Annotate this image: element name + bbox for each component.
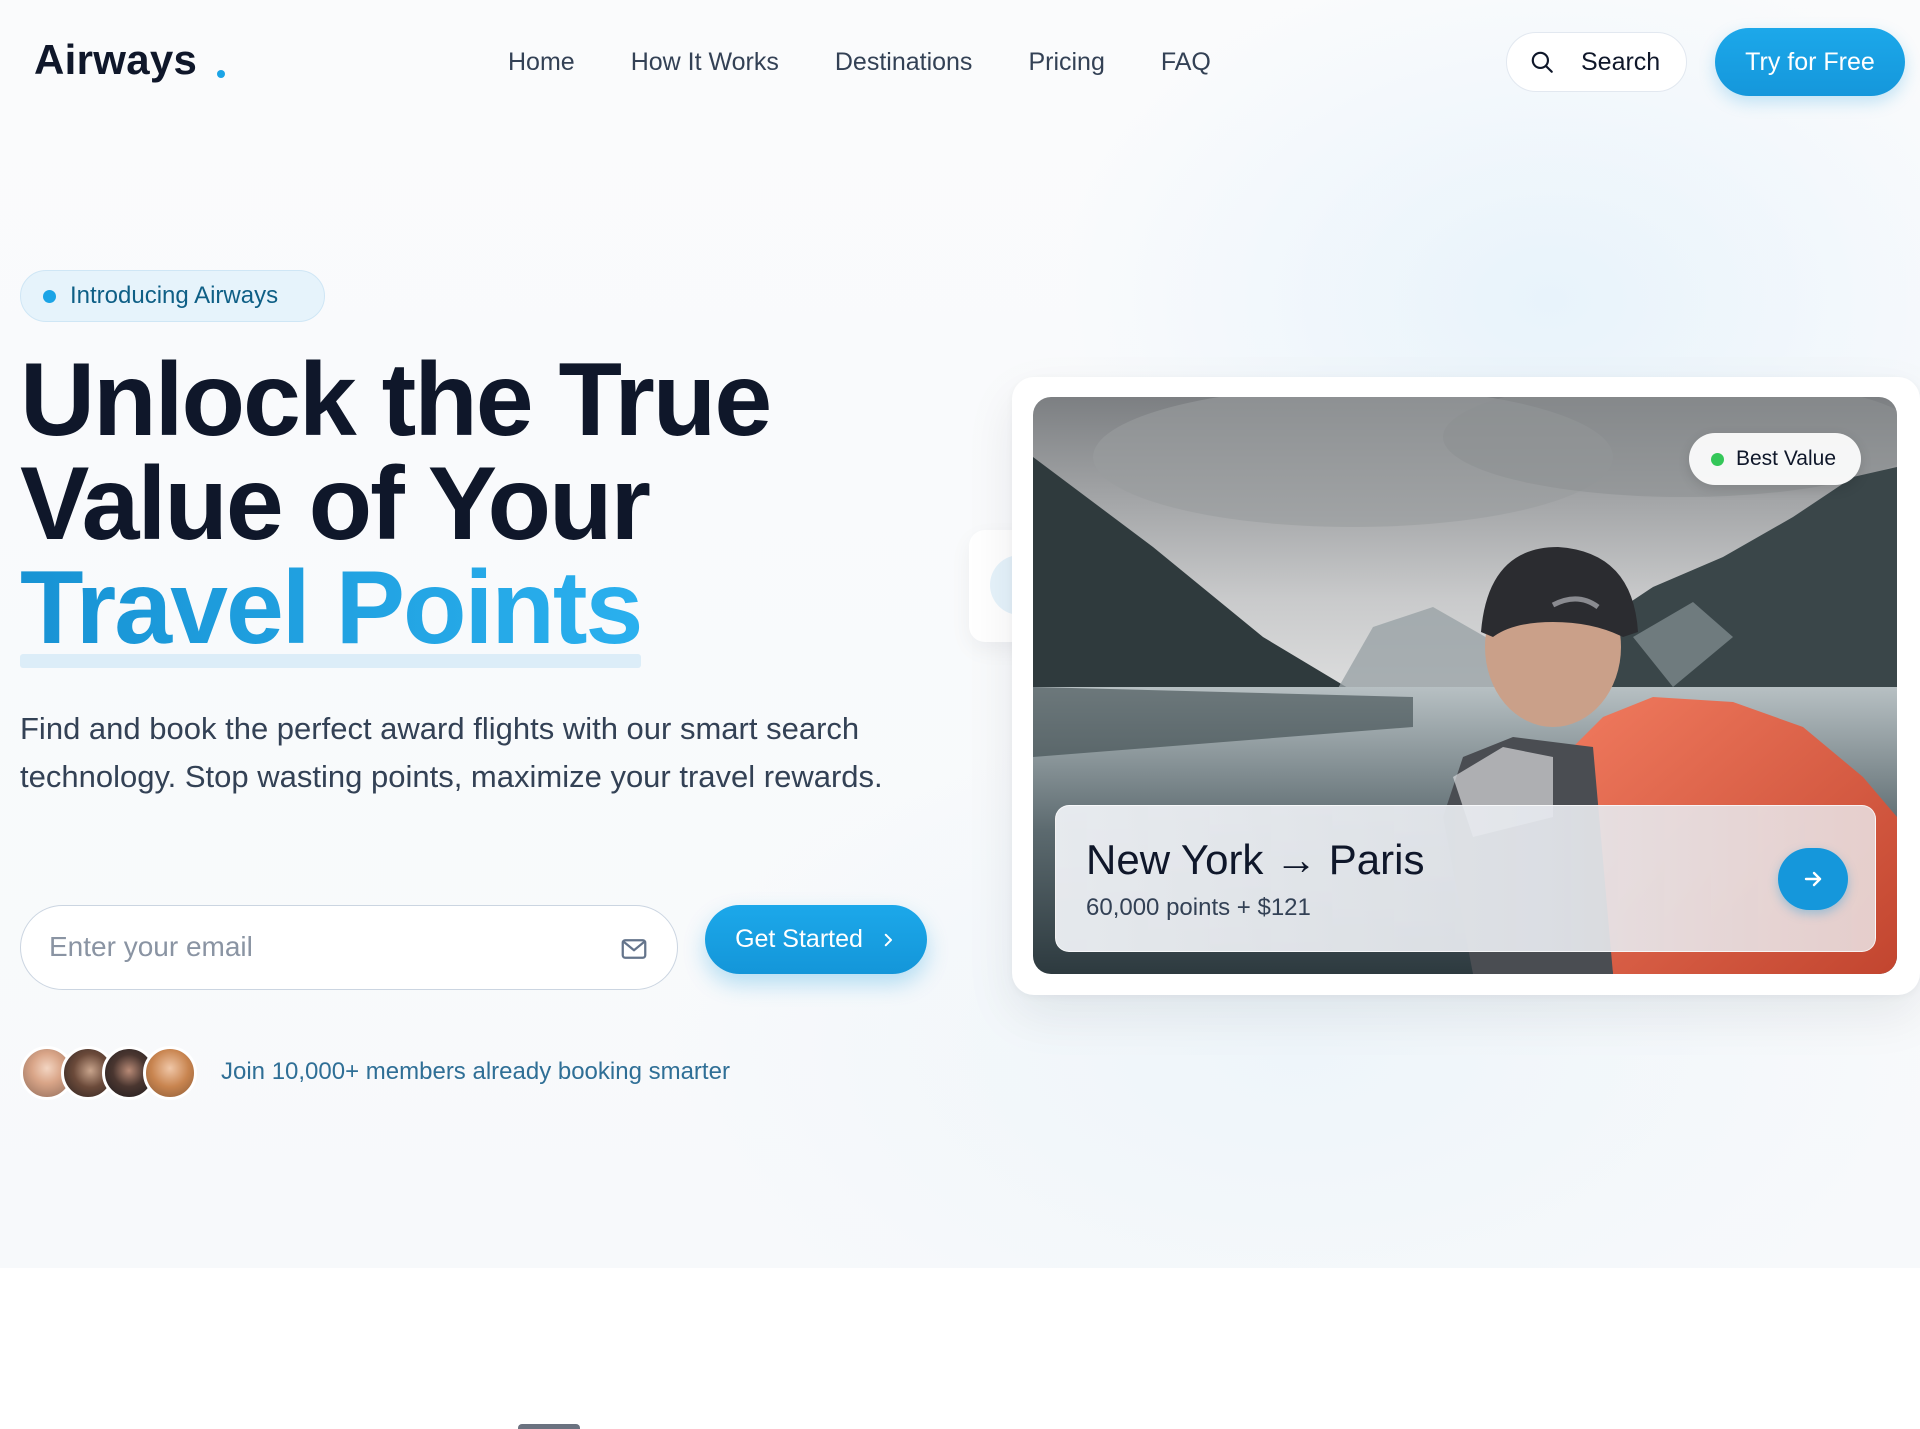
try-for-free-button[interactable]: Try for Free bbox=[1715, 28, 1905, 96]
headline-accent: Travel Points bbox=[20, 550, 643, 666]
top-nav: Airways Home How It Works Destinations P… bbox=[0, 0, 1920, 124]
lower-section bbox=[0, 1268, 1920, 1429]
search-icon bbox=[1531, 51, 1553, 73]
email-input[interactable] bbox=[49, 906, 589, 988]
email-field bbox=[20, 905, 678, 990]
best-value-badge: Best Value bbox=[1689, 433, 1861, 485]
mail-icon bbox=[621, 939, 647, 959]
brand-logo[interactable]: Airways bbox=[34, 36, 197, 84]
avatar bbox=[143, 1046, 197, 1100]
nav-link-home[interactable]: Home bbox=[508, 48, 575, 77]
route-title: New York → Paris bbox=[1086, 836, 1425, 883]
get-started-button[interactable]: Get Started bbox=[705, 905, 927, 974]
best-value-dot bbox=[1711, 452, 1724, 466]
nav-links: Home How It Works Destinations Pricing F… bbox=[508, 48, 1211, 77]
hero-subtext: Find and book the perfect award flights … bbox=[20, 711, 883, 794]
search-button-label: Search bbox=[1581, 47, 1661, 76]
nav-link-how-it-works[interactable]: How It Works bbox=[631, 48, 779, 77]
nav-link-pricing[interactable]: Pricing bbox=[1028, 48, 1104, 77]
get-started-label: Get Started bbox=[735, 925, 863, 953]
search-button[interactable]: Search bbox=[1506, 32, 1687, 92]
headline-accent-wrap: Travel Points bbox=[20, 556, 643, 668]
member-avatars bbox=[20, 1046, 200, 1100]
section-tab-handle bbox=[518, 1424, 580, 1429]
brand-logo-dot bbox=[217, 70, 225, 78]
members-text: Join 10,000+ members already booking sma… bbox=[221, 1058, 730, 1085]
headline-line-2: Value of Your bbox=[20, 446, 651, 562]
route-price: 60,000 points + $121 bbox=[1086, 894, 1311, 921]
headline-line-1: Unlock the True bbox=[20, 342, 772, 458]
arrow-right-icon bbox=[1804, 871, 1822, 887]
nav-link-destinations[interactable]: Destinations bbox=[835, 48, 973, 77]
chevron-right-icon bbox=[884, 933, 892, 946]
route-panel: New York → Paris 60,000 points + $121 bbox=[1055, 805, 1876, 952]
nav-link-faq[interactable]: FAQ bbox=[1161, 48, 1211, 77]
route-go-button[interactable] bbox=[1778, 848, 1848, 910]
intro-badge: Introducing Airways bbox=[20, 270, 325, 322]
badge-text: Introducing Airways bbox=[70, 282, 279, 309]
best-value-text: Best Value bbox=[1736, 447, 1837, 470]
badge-dot bbox=[43, 289, 56, 303]
hero-headline: Unlock the True Value of Your Travel Poi… bbox=[20, 342, 772, 668]
headline-line-3: Travel Points bbox=[20, 556, 770, 668]
